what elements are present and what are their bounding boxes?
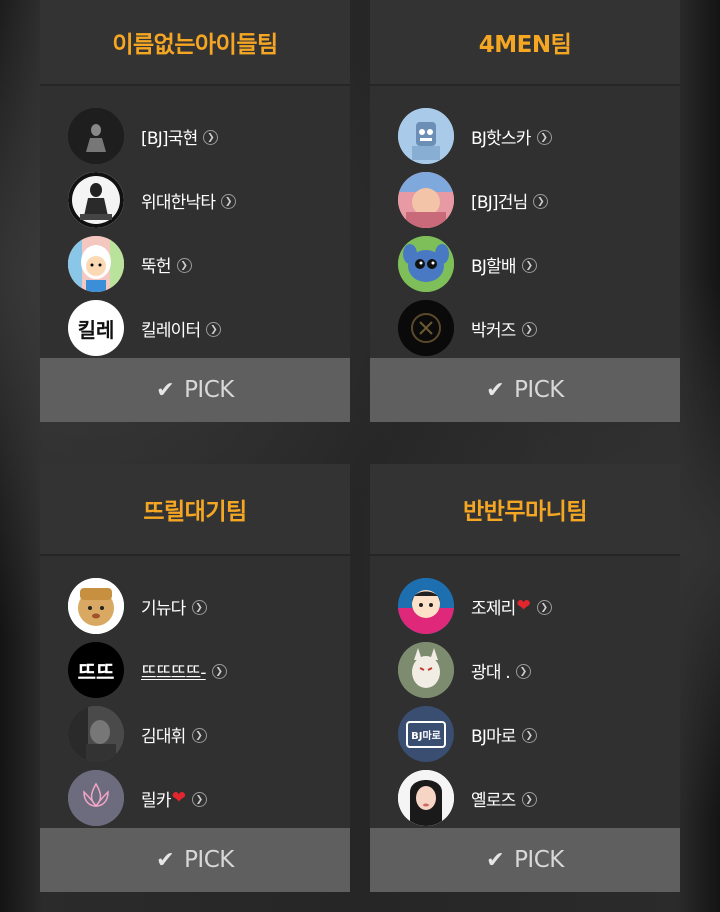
member-name[interactable]: 조제리: [471, 594, 516, 619]
team-card: 뜨릴대기팀 기뉴다 ❯ 뜨뜨 뜨뜨뜨뜨- ❯ 김대휘 ❯ 릴카 ❤ ❯ ✔ PI…: [40, 464, 350, 892]
chevron-right-circle-icon[interactable]: ❯: [206, 322, 222, 337]
pick-button[interactable]: ✔ PICK: [40, 828, 350, 892]
member-item[interactable]: BJ핫스카 ❯: [370, 104, 680, 168]
team-card: 반반무마니팀 조제리 ❤ ❯ 광대 . ❯ BJ마로 BJ마로 ❯ 옐로즈 ❯ …: [370, 464, 680, 892]
member-item[interactable]: 박커즈 ❯: [370, 296, 680, 360]
checkmark-icon: ✔: [156, 847, 175, 873]
team-header: 4MEN팀: [370, 0, 680, 86]
member-item[interactable]: 옐로즈 ❯: [370, 766, 680, 830]
team-header: 이름없는아이들팀: [40, 0, 350, 86]
text-logo-avatar: 뜨뜨: [68, 642, 124, 698]
team-card: 4MEN팀 BJ핫스카 ❯ [BJ]건님 ❯ BJ할배 ❯ 박커즈 ❯ ✔ PI…: [370, 0, 680, 422]
member-name[interactable]: BJ마로: [471, 722, 517, 747]
member-name[interactable]: 기뉴다: [141, 594, 186, 619]
member-name[interactable]: BJ할배: [471, 252, 517, 277]
team-header: 뜨릴대기팀: [40, 464, 350, 556]
chevron-right-circle-icon[interactable]: ❯: [203, 130, 219, 145]
chevron-right-circle-icon[interactable]: ❯: [191, 728, 207, 743]
member-name[interactable]: 위대한낙타: [141, 188, 216, 213]
member-name[interactable]: BJ핫스카: [471, 124, 531, 149]
member-name[interactable]: 뜨뜨뜨뜨-: [141, 658, 206, 683]
checkmark-icon: ✔: [156, 377, 175, 403]
member-name[interactable]: [BJ]국현: [141, 124, 198, 149]
checkmark-icon: ✔: [486, 377, 505, 403]
chevron-right-circle-icon[interactable]: ❯: [521, 792, 537, 807]
chevron-right-circle-icon[interactable]: ❯: [515, 664, 531, 679]
member-item[interactable]: 광대 . ❯: [370, 638, 680, 702]
chevron-right-circle-icon[interactable]: ❯: [211, 664, 227, 679]
member-item[interactable]: [BJ]건님 ❯: [370, 168, 680, 232]
member-name[interactable]: 옐로즈: [471, 786, 516, 811]
photo-avatar: [398, 172, 454, 228]
chevron-right-circle-icon[interactable]: ❯: [191, 600, 207, 615]
member-list: [BJ]국현 ❯ 위대한낙타 ❯ 뚝헌 ❯ 킬레 킬레이터 ❯: [40, 86, 350, 358]
member-item[interactable]: 위대한낙타 ❯: [40, 168, 350, 232]
heart-icon: ❤: [171, 788, 186, 808]
tv-frame: BJ마로: [406, 720, 446, 748]
dark-figure-avatar: [68, 108, 124, 164]
member-item[interactable]: 뚝헌 ❯: [40, 232, 350, 296]
heart-icon: ❤: [516, 596, 531, 616]
member-name[interactable]: 킬레이터: [141, 316, 201, 341]
member-name[interactable]: 뚝헌: [141, 252, 171, 277]
dark-emblem-avatar: [398, 300, 454, 356]
pick-label: PICK: [184, 377, 234, 403]
grayscale-photo-avatar: [68, 706, 124, 762]
team-name: 이름없는아이들팀: [112, 32, 278, 58]
pick-label: PICK: [514, 847, 564, 873]
pick-label: PICK: [184, 847, 234, 873]
member-list: BJ핫스카 ❯ [BJ]건님 ❯ BJ할배 ❯ 박커즈 ❯: [370, 86, 680, 358]
team-name: 반반무마니팀: [463, 499, 587, 525]
chevron-right-circle-icon[interactable]: ❯: [536, 600, 552, 615]
member-item[interactable]: 김대휘 ❯: [40, 702, 350, 766]
member-name[interactable]: [BJ]건님: [471, 188, 528, 213]
team-card: 이름없는아이들팀 [BJ]국현 ❯ 위대한낙타 ❯ 뚝헌 ❯ 킬레 킬레이터 ❯…: [40, 0, 350, 422]
member-list: 조제리 ❤ ❯ 광대 . ❯ BJ마로 BJ마로 ❯ 옐로즈 ❯: [370, 556, 680, 828]
checkmark-icon: ✔: [486, 847, 505, 873]
member-item[interactable]: 기뉴다 ❯: [40, 574, 350, 638]
cartoon-girl-avatar: [398, 578, 454, 634]
member-name[interactable]: 김대휘: [141, 722, 186, 747]
member-item[interactable]: 킬레 킬레이터 ❯: [40, 296, 350, 360]
pick-label: PICK: [514, 377, 564, 403]
tv-logo-avatar: BJ마로: [398, 706, 454, 762]
member-item[interactable]: BJ할배 ❯: [370, 232, 680, 296]
member-item[interactable]: 조제리 ❤ ❯: [370, 574, 680, 638]
pick-button[interactable]: ✔ PICK: [370, 828, 680, 892]
member-name[interactable]: 박커즈: [471, 316, 516, 341]
chevron-right-circle-icon[interactable]: ❯: [521, 728, 537, 743]
fox-mask-avatar: [398, 642, 454, 698]
member-name[interactable]: 릴카: [141, 786, 171, 811]
member-name[interactable]: 광대 .: [471, 658, 511, 683]
chevron-right-circle-icon[interactable]: ❯: [221, 194, 237, 209]
member-list: 기뉴다 ❯ 뜨뜨 뜨뜨뜨뜨- ❯ 김대휘 ❯ 릴카 ❤ ❯: [40, 556, 350, 828]
team-name: 뜨릴대기팀: [143, 499, 247, 525]
calligraphy-logo-avatar: 킬레: [68, 300, 124, 356]
bear-face-avatar: [68, 578, 124, 634]
chevron-right-circle-icon[interactable]: ❯: [521, 322, 537, 337]
blue-creature-avatar: [398, 236, 454, 292]
chevron-right-circle-icon[interactable]: ❯: [176, 258, 192, 273]
lotus-logo-avatar: [68, 770, 124, 826]
portrait-photo-avatar: [398, 770, 454, 826]
sketch-figure-avatar: [68, 172, 124, 228]
chevron-right-circle-icon[interactable]: ❯: [536, 130, 552, 145]
avatar-logo-text: BJ마로: [411, 730, 441, 742]
chevron-right-circle-icon[interactable]: ❯: [521, 258, 537, 273]
member-item[interactable]: 릴카 ❤ ❯: [40, 766, 350, 830]
pick-button[interactable]: ✔ PICK: [370, 358, 680, 422]
member-item[interactable]: 뜨뜨 뜨뜨뜨뜨- ❯: [40, 638, 350, 702]
pick-button[interactable]: ✔ PICK: [40, 358, 350, 422]
team-name: 4MEN팀: [478, 32, 572, 58]
team-header: 반반무마니팀: [370, 464, 680, 556]
avatar-logo-text: 킬레: [77, 317, 115, 342]
robot-character-avatar: [398, 108, 454, 164]
avatar-logo-text: 뜨뜨: [77, 659, 115, 684]
cartoon-character-avatar: [68, 236, 124, 292]
member-item[interactable]: BJ마로 BJ마로 ❯: [370, 702, 680, 766]
chevron-right-circle-icon[interactable]: ❯: [533, 194, 549, 209]
chevron-right-circle-icon[interactable]: ❯: [191, 792, 207, 807]
member-item[interactable]: [BJ]국현 ❯: [40, 104, 350, 168]
